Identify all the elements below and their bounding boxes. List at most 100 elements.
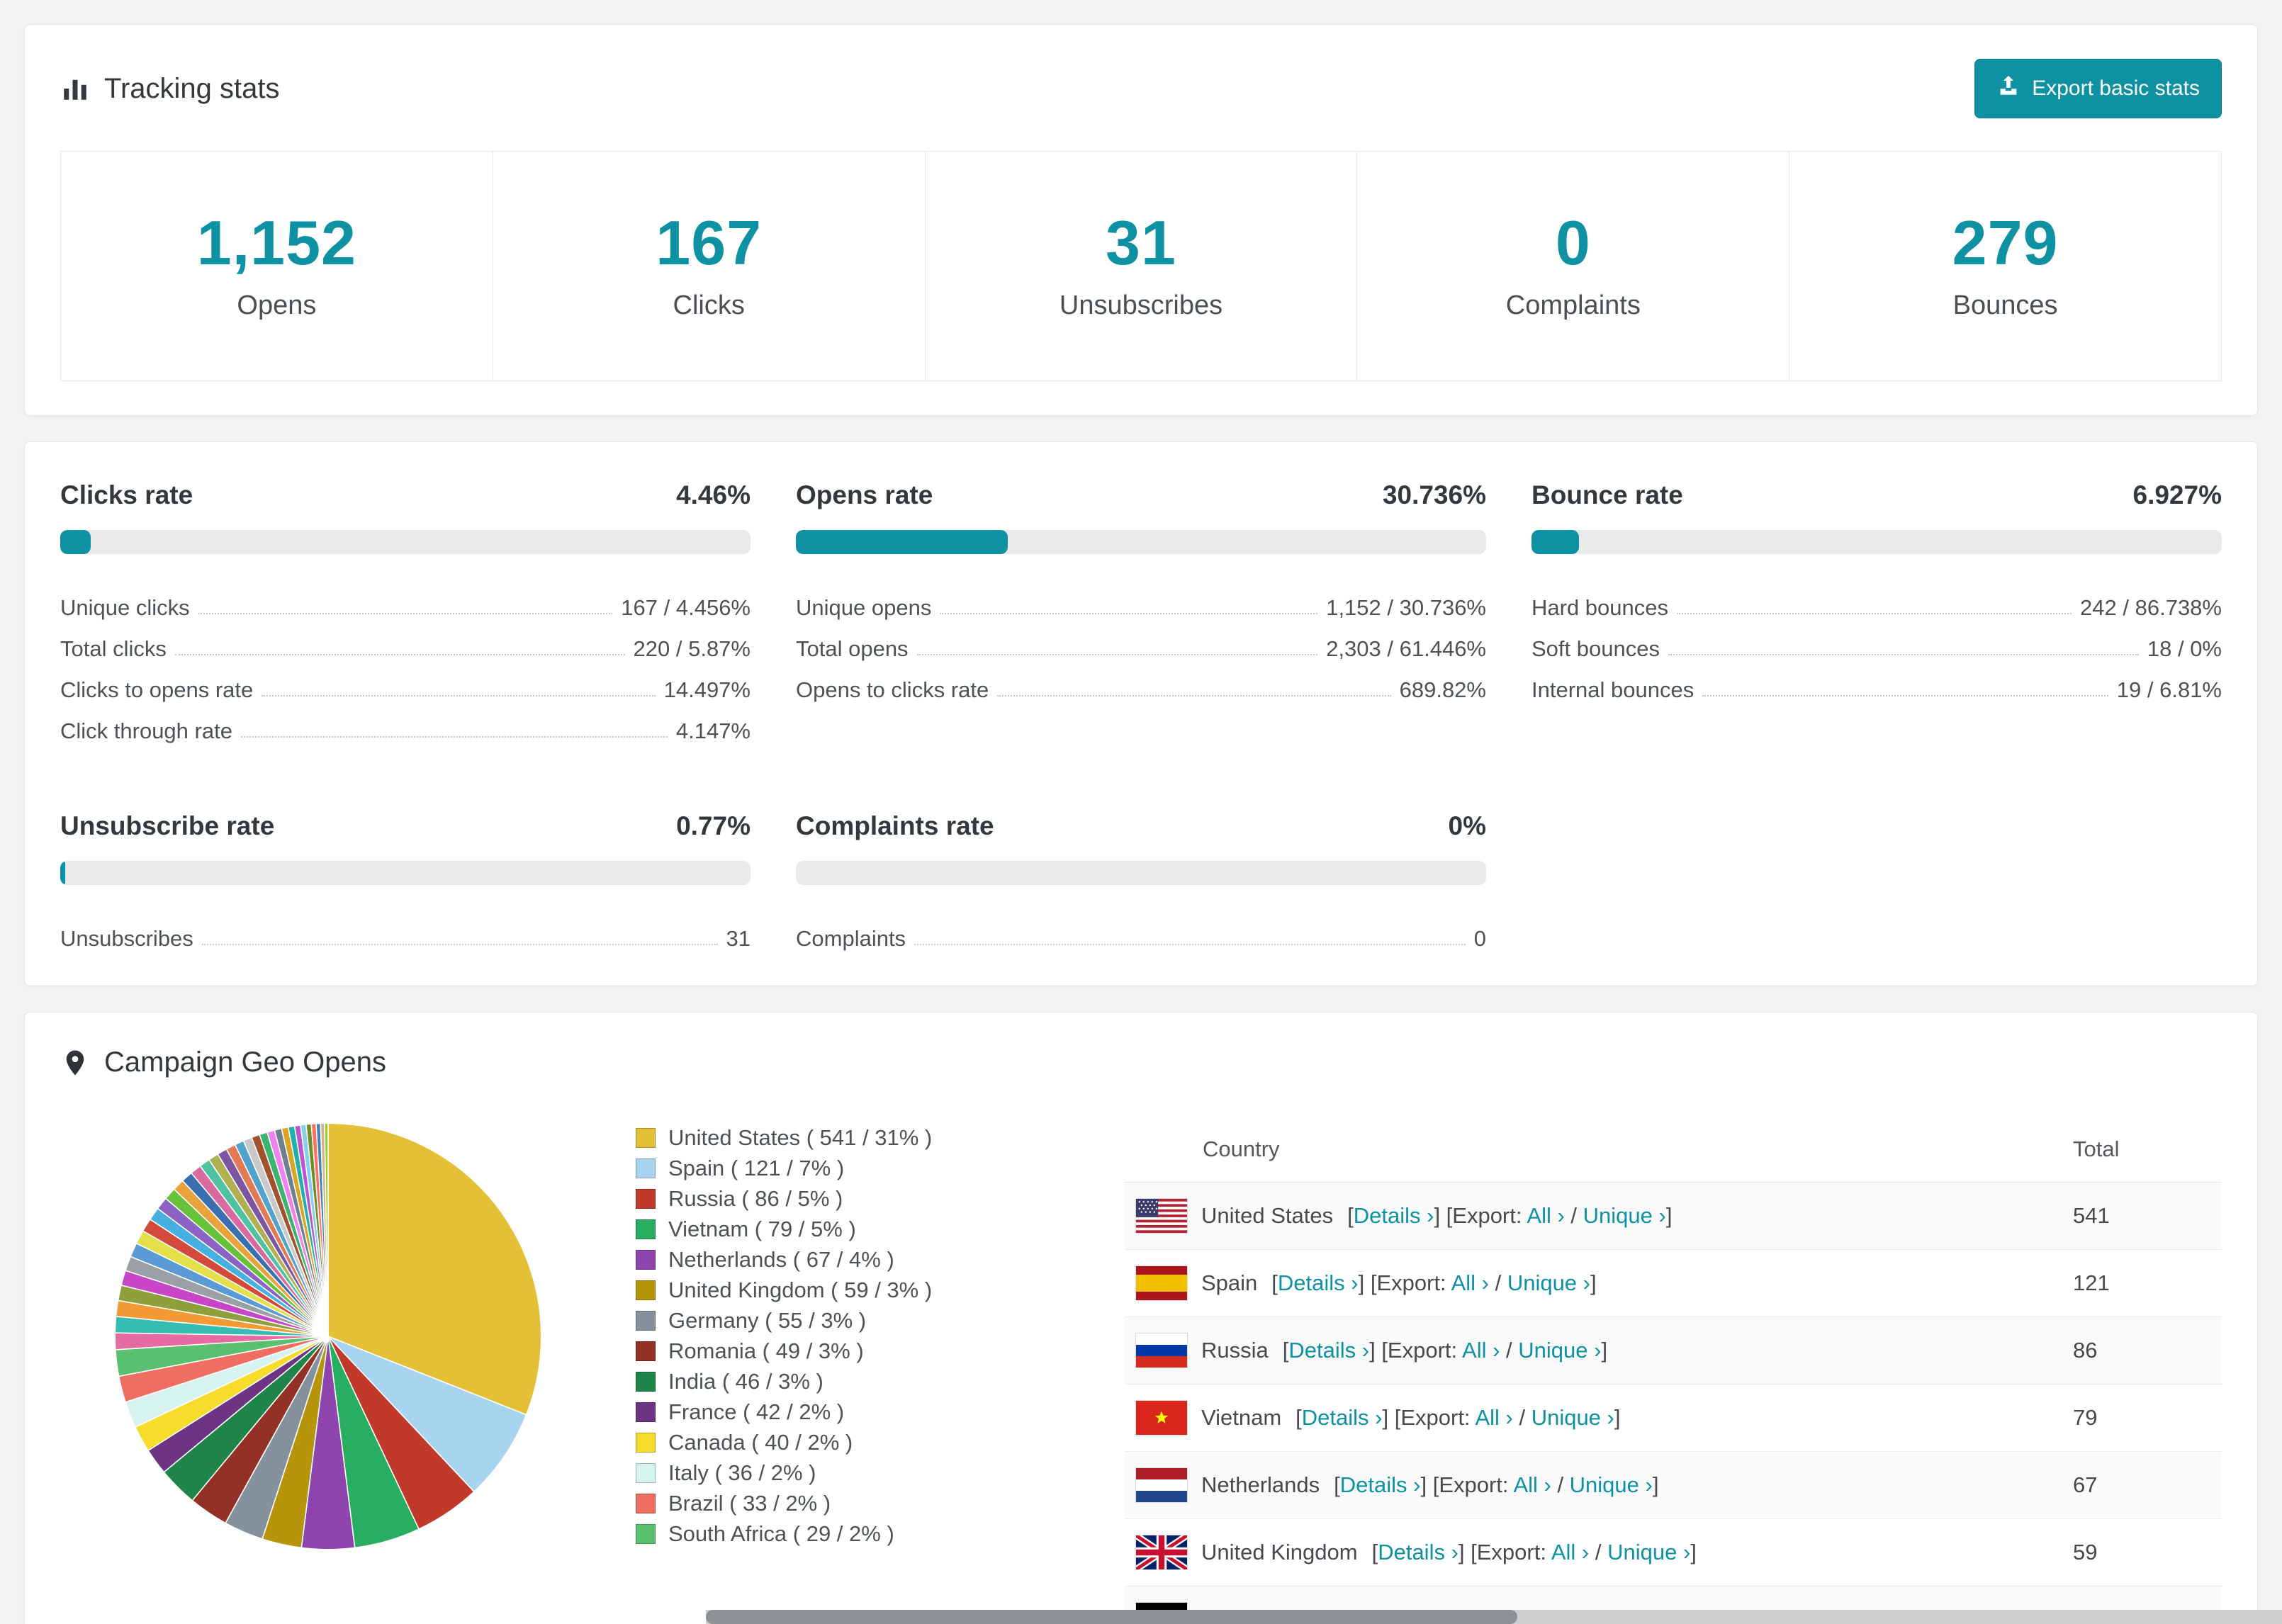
legend-swatch (636, 1219, 656, 1239)
map-pin-icon (60, 1048, 90, 1078)
country-name: Vietnam (1201, 1405, 1282, 1430)
export-unique-link[interactable]: Unique › (1518, 1338, 1601, 1363)
stat-box-clicks: 167 Clicks (493, 152, 926, 380)
dotted-leader (240, 736, 668, 738)
flag-netherlands-icon (1136, 1468, 1187, 1502)
legend-label: Vietnam ( 79 / 5% ) (668, 1216, 856, 1241)
rate-row: Complaints 0 (796, 910, 1486, 952)
country-cell: Russia [Details ›] [Export: All › / Uniq… (1136, 1333, 2045, 1368)
horizontal-scrollbar-thumb[interactable] (706, 1610, 1517, 1624)
tracking-stats-header: Tracking stats (60, 73, 279, 105)
country-cell: United Kingdom [Details ›] [Export: All … (1136, 1535, 2045, 1569)
details-link[interactable]: Details › (1288, 1338, 1369, 1363)
export-all-link[interactable]: All › (1513, 1472, 1551, 1497)
stat-value: 0 (1555, 208, 1591, 278)
total-column-header: Total (2059, 1117, 2222, 1183)
export-unique-link[interactable]: Unique › (1507, 1270, 1590, 1295)
details-link[interactable]: Details › (1354, 1203, 1434, 1228)
country-total: 79 (2059, 1384, 2222, 1452)
flag-united-states-icon (1136, 1199, 1187, 1233)
legend-item-united-states: United States ( 541 / 31% ) (636, 1122, 1103, 1153)
stat-label: Opens (237, 291, 317, 320)
country-links: [Details ›] [Export: All › / Unique ›] (1295, 1405, 1621, 1430)
country-cell: Spain [Details ›] [Export: All › / Uniqu… (1136, 1266, 2045, 1300)
rate-head: Opens rate 30.736% (796, 480, 1486, 510)
geo-legend: United States ( 541 / 31% ) Spain ( 121 /… (636, 1117, 1103, 1549)
rate-progress-track (60, 861, 751, 885)
stat-label: Complaints (1505, 291, 1641, 320)
legend-item-italy: Italy ( 36 / 2% ) (636, 1457, 1103, 1488)
rate-row: Internal bounces 19 / 6.81% (1531, 662, 2222, 703)
rate-head: Complaints rate 0% (796, 811, 1486, 841)
rate-block-bounce-rate: Bounce rate 6.927% Hard bounces 242 / 86.73… (1531, 480, 2222, 744)
rate-row-value: 19 / 6.81% (2116, 677, 2222, 702)
dotted-leader (940, 613, 1318, 614)
geo-pie-chart (108, 1117, 548, 1556)
rate-row: Hard bounces 242 / 86.738% (1531, 580, 2222, 621)
details-link[interactable]: Details › (1378, 1540, 1458, 1564)
rate-percent: 0.77% (676, 811, 751, 840)
rate-row-value: 220 / 5.87% (633, 636, 751, 661)
rate-row: Total opens 2,303 / 61.446% (796, 621, 1486, 662)
rate-head: Unsubscribe rate 0.77% (60, 811, 751, 841)
legend-item-south-africa: South Africa ( 29 / 2% ) (636, 1518, 1103, 1549)
details-link[interactable]: Details › (1302, 1405, 1383, 1430)
country-name: United States (1201, 1203, 1334, 1228)
legend-swatch (636, 1462, 656, 1483)
legend-label: Romania ( 49 / 3% ) (668, 1338, 864, 1363)
legend-item-france: France ( 42 / 2% ) (636, 1397, 1103, 1427)
export-all-link[interactable]: All › (1451, 1270, 1489, 1295)
export-icon (1996, 74, 2020, 103)
legend-item-india: India ( 46 / 3% ) (636, 1366, 1103, 1397)
legend-item-romania: Romania ( 49 / 3% ) (636, 1336, 1103, 1366)
rate-block-opens-rate: Opens rate 30.736% Unique opens 1,152 / 30.… (796, 480, 1486, 744)
rate-progress-fill (1531, 530, 1580, 554)
horizontal-scrollbar[interactable] (706, 1610, 2282, 1624)
geo-table-row-netherlands: Netherlands [Details ›] [Export: All › /… (1125, 1451, 2222, 1519)
legend-item-netherlands: Netherlands ( 67 / 4% ) (636, 1244, 1103, 1275)
export-all-link[interactable]: All › (1475, 1405, 1512, 1430)
legend-item-vietnam: Vietnam ( 79 / 5% ) (636, 1214, 1103, 1244)
export-all-link[interactable]: All › (1462, 1338, 1500, 1363)
country-links: [Details ›] [Export: All › / Unique ›] (1271, 1270, 1597, 1295)
rate-row-label: Unique opens (796, 595, 932, 620)
geo-content: United States ( 541 / 31% ) Spain ( 121 /… (60, 1117, 2222, 1624)
rate-row-label: Complaints (796, 926, 906, 951)
rate-head: Bounce rate 6.927% (1531, 480, 2222, 510)
tracking-stats-row: 1,152 Opens 167 Clicks 31 Unsubscribes 0 Compla… (60, 151, 2222, 381)
tracking-stats-head: Tracking stats Export basic stats (60, 59, 2222, 118)
details-link[interactable]: Details › (1278, 1270, 1359, 1295)
rate-row-value: 689.82% (1399, 677, 1486, 702)
legend-swatch (636, 1371, 656, 1392)
rate-row: Total clicks 220 / 5.87% (60, 621, 751, 662)
rate-row-value: 0 (1473, 926, 1486, 951)
export-unique-link[interactable]: Unique › (1607, 1540, 1690, 1564)
legend-swatch (636, 1402, 656, 1422)
export-unique-link[interactable]: Unique › (1570, 1472, 1653, 1497)
export-all-link[interactable]: All › (1551, 1540, 1589, 1564)
rate-row-value: 18 / 0% (2147, 636, 2222, 661)
legend-label: India ( 46 / 3% ) (668, 1368, 824, 1394)
export-basic-stats-button[interactable]: Export basic stats (1974, 59, 2222, 118)
rate-row-label: Soft bounces (1531, 636, 1660, 661)
stat-box-opens: 1,152 Opens (61, 152, 493, 380)
export-unique-link[interactable]: Unique › (1583, 1203, 1666, 1228)
dotted-leader (1702, 695, 2108, 697)
tracking-stats-title: Tracking stats (104, 72, 280, 104)
export-all-link[interactable]: All › (1527, 1203, 1564, 1228)
rate-row-label: Internal bounces (1531, 677, 1694, 702)
country-links: [Details ›] [Export: All › / Unique ›] (1282, 1338, 1608, 1363)
legend-label: Russia ( 86 / 5% ) (668, 1185, 843, 1211)
legend-swatch (636, 1523, 656, 1544)
rates-grid: Clicks rate 4.46% Unique clicks 167 / 4.456… (60, 476, 2222, 952)
rate-row-value: 1,152 / 30.736% (1326, 595, 1486, 620)
legend-label: Canada ( 40 / 2% ) (668, 1429, 853, 1455)
details-link[interactable]: Details › (1340, 1472, 1421, 1497)
dotted-leader (174, 654, 625, 655)
rate-row-label: Total opens (796, 636, 909, 661)
tracking-stats-card: Tracking stats Export basic stats 1,152 O… (24, 24, 2258, 416)
stat-label: Bounces (1952, 291, 2058, 320)
rate-rows: Complaints 0 (796, 910, 1486, 952)
export-unique-link[interactable]: Unique › (1531, 1405, 1614, 1430)
rate-row-label: Clicks to opens rate (60, 677, 254, 702)
